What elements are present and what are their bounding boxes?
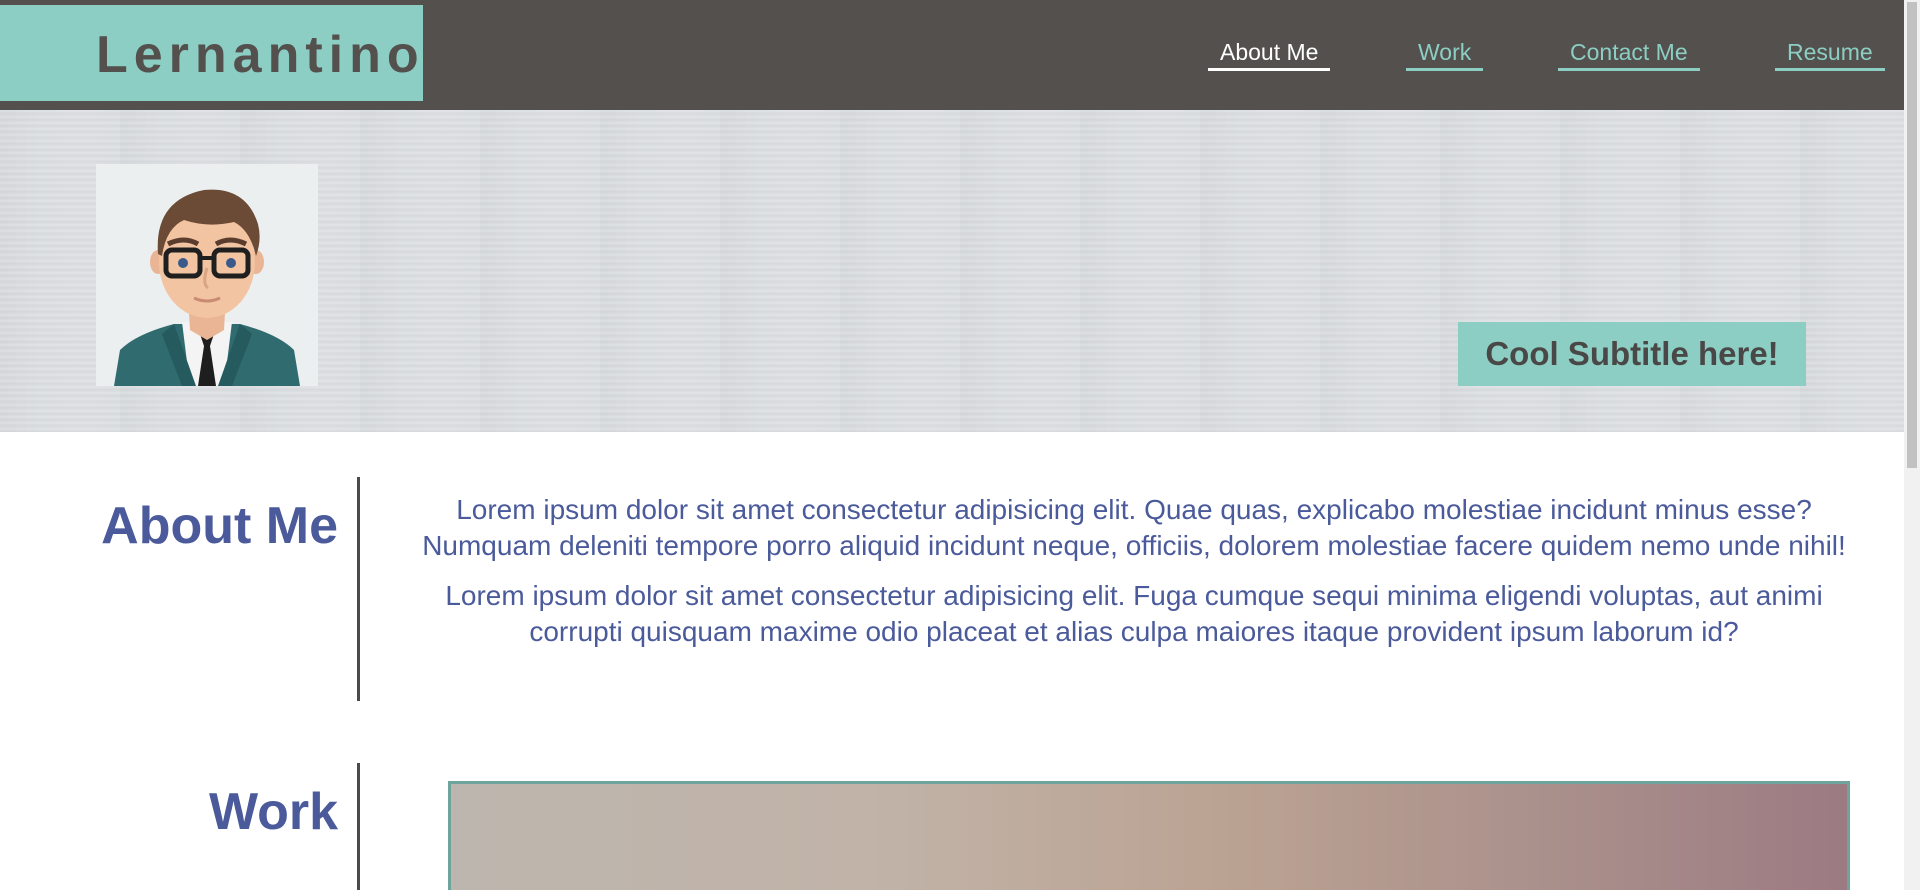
page-scrollbar[interactable] xyxy=(1904,0,1920,890)
main-nav: About Me Work Contact Me Resume xyxy=(0,38,1904,78)
about-me-text: Lorem ipsum dolor sit amet consectetur a… xyxy=(396,492,1872,664)
work-heading: Work xyxy=(208,783,338,841)
about-paragraph-1: Lorem ipsum dolor sit amet consectetur a… xyxy=(422,494,1846,561)
nav-link-resume[interactable]: Resume xyxy=(1775,38,1885,71)
work-project-image[interactable] xyxy=(448,781,1850,890)
nav-link-contact-me[interactable]: Contact Me xyxy=(1558,38,1700,71)
about-divider xyxy=(357,477,360,701)
avatar-illustration-icon xyxy=(114,189,300,386)
work-divider xyxy=(357,763,360,890)
about-paragraph-2: Lorem ipsum dolor sit amet consectetur a… xyxy=(445,580,1823,647)
scrollbar-thumb[interactable] xyxy=(1907,2,1917,468)
avatar xyxy=(96,164,318,386)
nav-link-about-me[interactable]: About Me xyxy=(1208,38,1331,71)
hero-banner: Cool Subtitle here! xyxy=(0,110,1904,432)
site-header: Lernantino About Me Work Contact Me Resu… xyxy=(0,0,1904,110)
about-me-heading: About Me xyxy=(101,497,338,555)
hero-subtitle: Cool Subtitle here! xyxy=(1458,322,1806,386)
nav-link-work[interactable]: Work xyxy=(1406,38,1484,71)
